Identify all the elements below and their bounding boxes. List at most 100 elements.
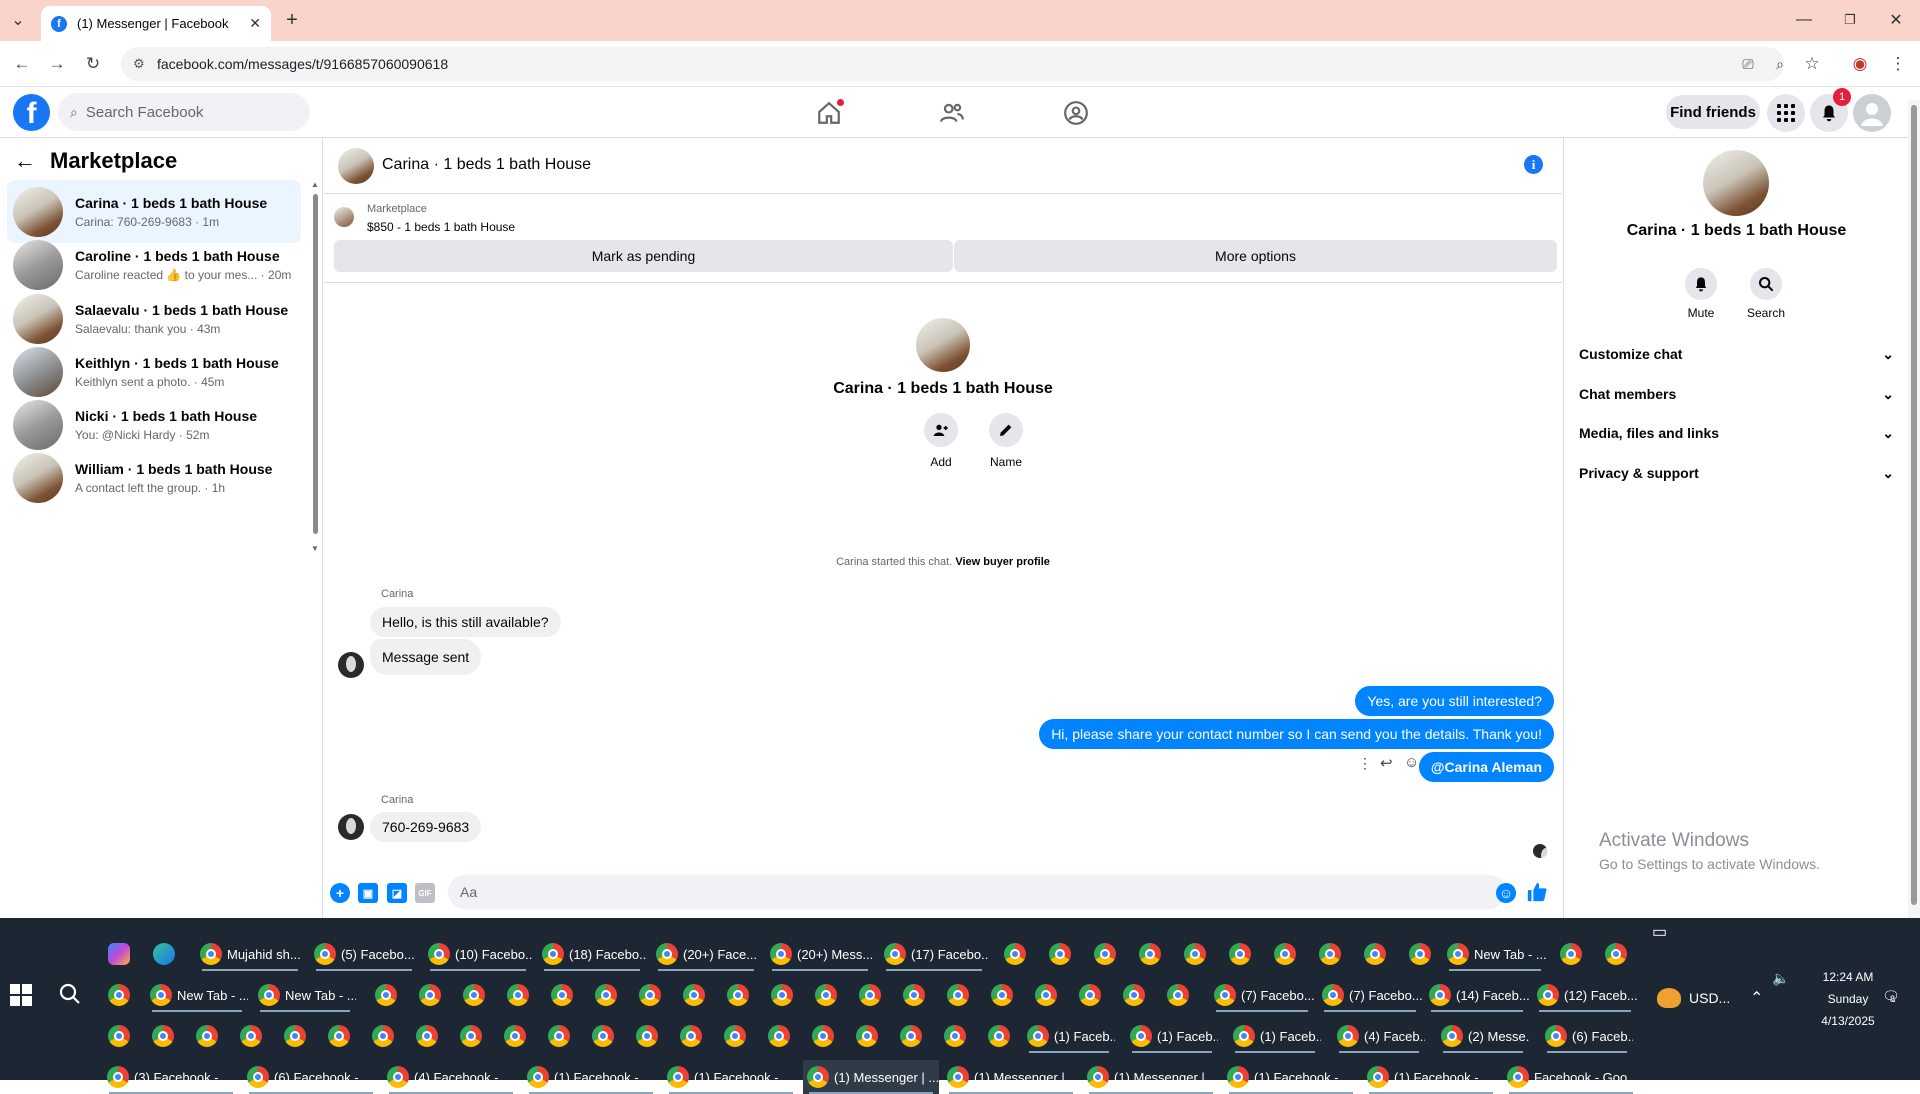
taskbar-chrome-icon[interactable] [375, 978, 402, 1012]
outgoing-message[interactable]: @Carina Aleman [1418, 752, 1554, 782]
taskbar-window-button[interactable]: (12) Faceb... [1533, 978, 1637, 1012]
taskbar-window-button[interactable]: (1) Faceb... [1229, 1019, 1321, 1053]
taskbar-chrome-icon[interactable] [1184, 937, 1211, 971]
desktop-icon[interactable]: ▭ [1652, 922, 1667, 942]
message-more-icon[interactable]: ⋮ [1358, 755, 1372, 772]
taskbar-chrome-icon[interactable] [1139, 937, 1166, 971]
weather-icon[interactable] [1657, 988, 1681, 1008]
taskbar-chrome-icon[interactable] [1319, 937, 1346, 971]
taskbar-chrome-icon[interactable] [460, 1019, 487, 1053]
taskbar-chrome-icon[interactable] [1167, 978, 1194, 1012]
add-people-action[interactable]: Add [911, 413, 971, 469]
taskbar-chrome-icon[interactable] [108, 978, 135, 1012]
browser-tab[interactable]: f (1) Messenger | Facebook ✕ [41, 6, 271, 41]
info-icon[interactable]: i [1524, 155, 1543, 174]
groups-icon[interactable] [1062, 99, 1090, 127]
restore-icon[interactable]: ❐ [1838, 8, 1862, 32]
taskbar-chrome-icon[interactable] [1409, 937, 1436, 971]
taskbar-window-button[interactable]: (4) Facebook - ... [383, 1060, 519, 1094]
taskbar-chrome-icon[interactable] [504, 1019, 531, 1053]
taskbar-window-button[interactable]: (1) Facebook - ... [663, 1060, 799, 1094]
taskbar-chrome-icon[interactable] [416, 1019, 443, 1053]
clock[interactable]: 12:24 AM Sunday 4/13/2025 [1808, 970, 1888, 1028]
more-options-button[interactable]: More options [954, 240, 1557, 272]
account-avatar[interactable] [1853, 94, 1891, 132]
taskbar-window-button[interactable]: (1) Messenger | ... [943, 1060, 1079, 1094]
listing-price-title[interactable]: $850 - 1 beds 1 bath House [367, 220, 515, 234]
incoming-message[interactable]: 760-269-9683 [370, 812, 482, 842]
taskbar-search-icon[interactable] [58, 982, 84, 1008]
friends-icon[interactable] [938, 99, 966, 127]
taskbar-window-button[interactable]: (1) Facebook - ... [1363, 1060, 1499, 1094]
gif-icon[interactable]: GIF [415, 883, 435, 903]
tray-chevron-up-icon[interactable]: ⌃ [1750, 988, 1763, 1008]
taskbar-window-button[interactable]: (20+) Mess... [766, 937, 874, 971]
chat-avatar[interactable] [338, 148, 374, 184]
browser-menu-icon[interactable]: ⋮ [1886, 52, 1910, 76]
taskbar-window-button[interactable]: (1) Messenger | ... [1083, 1060, 1219, 1094]
privacy-support-section[interactable]: Privacy & support ⌄ [1579, 463, 1894, 483]
taskbar-chrome-icon[interactable] [240, 1019, 267, 1053]
close-tab-icon[interactable]: ✕ [249, 15, 261, 32]
plus-icon[interactable]: + [330, 883, 350, 903]
facebook-search-input[interactable]: ⌕ Search Facebook [58, 93, 310, 131]
taskbar-chrome-icon[interactable] [372, 1019, 399, 1053]
taskbar-chrome-icon[interactable] [1079, 978, 1106, 1012]
taskbar-window-button[interactable]: (10) Facebo... [424, 937, 532, 971]
media-files-links-section[interactable]: Media, files and links ⌄ [1579, 423, 1894, 443]
incoming-message[interactable]: Hello, is this still available? [370, 607, 561, 637]
taskbar-window-button[interactable]: (7) Facebo... [1318, 978, 1422, 1012]
zoom-icon[interactable]: ⌕ [1768, 52, 1792, 76]
like-thumb-icon[interactable] [1526, 881, 1548, 903]
back-arrow-icon[interactable]: ← [14, 148, 36, 174]
reload-icon[interactable]: ↻ [81, 52, 105, 76]
address-bar[interactable]: ⚙ facebook.com/messages/t/91668570600906… [121, 47, 1784, 81]
taskbar-window-button[interactable]: (1) Faceb... [1126, 1019, 1218, 1053]
taskbar-chrome-icon[interactable] [859, 978, 886, 1012]
taskbar-chrome-icon[interactable] [419, 978, 446, 1012]
taskbar-chrome-icon[interactable] [1274, 937, 1301, 971]
chat-title[interactable]: Carina · 1 beds 1 bath House [382, 156, 591, 174]
bookmark-star-icon[interactable]: ☆ [1800, 52, 1824, 76]
tab-search-icon[interactable]: ⌄ [6, 8, 30, 32]
profile-icon[interactable]: ◉ [1848, 52, 1872, 76]
menu-grid-icon[interactable] [1767, 94, 1805, 132]
taskbar-chrome-icon[interactable] [947, 978, 974, 1012]
sticker-icon[interactable]: ◪ [387, 883, 407, 903]
emoji-icon[interactable]: ☺ [1496, 883, 1516, 903]
outgoing-message[interactable]: Hi, please share your contact number so … [1039, 719, 1554, 749]
taskbar-chrome-icon[interactable] [815, 978, 842, 1012]
taskbar-window-button[interactable]: New Tab - ... [146, 978, 248, 1012]
taskbar-window-button[interactable]: (17) Facebo... [880, 937, 988, 971]
taskbar-window-button[interactable]: (14) Faceb... [1425, 978, 1529, 1012]
customize-chat-section[interactable]: Customize chat ⌄ [1579, 344, 1894, 364]
search-in-chat-action[interactable]: Search [1736, 268, 1796, 320]
taskbar-chrome-icon[interactable] [1364, 937, 1391, 971]
taskbar-chrome-icon[interactable] [991, 978, 1018, 1012]
currency-widget[interactable]: USD... [1689, 990, 1730, 1006]
copilot-icon[interactable] [108, 937, 130, 971]
taskbar-chrome-icon[interactable] [1605, 937, 1632, 971]
taskbar-chrome-icon[interactable] [196, 1019, 223, 1053]
notifications-bell-icon[interactable]: 1 [1810, 88, 1851, 132]
taskbar-window-button[interactable]: (20+) Face... [652, 937, 760, 971]
view-buyer-profile-link[interactable]: View buyer profile [955, 556, 1050, 568]
taskbar-chrome-icon[interactable] [1049, 937, 1076, 971]
taskbar-chrome-icon[interactable] [856, 1019, 883, 1053]
taskbar-chrome-icon[interactable] [812, 1019, 839, 1053]
taskbar-window-button[interactable]: (1) Facebook - ... [1223, 1060, 1359, 1094]
taskbar-chrome-icon[interactable] [463, 978, 490, 1012]
taskbar-chrome-icon[interactable] [1035, 978, 1062, 1012]
minimize-icon[interactable]: — [1792, 8, 1816, 32]
taskbar-chrome-icon[interactable] [1123, 978, 1150, 1012]
taskbar-window-button[interactable]: New Tab - ... [254, 978, 356, 1012]
taskbar-chrome-icon[interactable] [1229, 937, 1256, 971]
taskbar-chrome-icon[interactable] [507, 978, 534, 1012]
taskbar-window-button[interactable]: (5) Facebo... [310, 937, 418, 971]
taskbar-window-button[interactable]: (4) Faceb... [1333, 1019, 1425, 1053]
taskbar-window-button[interactable]: (1) Faceb... [1023, 1019, 1115, 1053]
taskbar-chrome-icon[interactable] [1004, 937, 1031, 971]
back-icon[interactable]: ← [10, 52, 34, 76]
taskbar-chrome-icon[interactable] [988, 1019, 1015, 1053]
mute-action[interactable]: Mute [1671, 268, 1731, 320]
